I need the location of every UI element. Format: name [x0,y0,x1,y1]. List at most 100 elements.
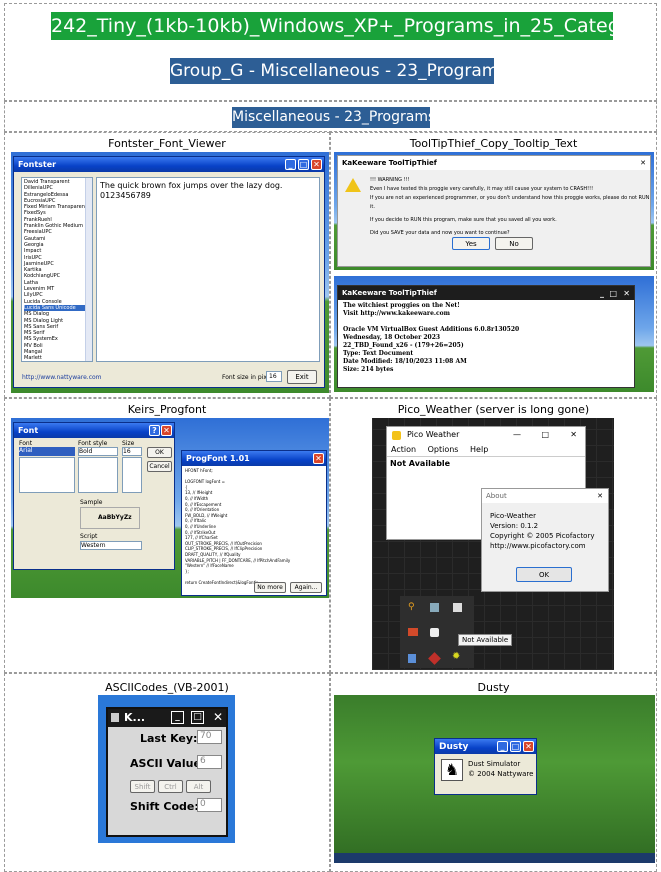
ok-button[interactable]: OK [516,567,572,582]
program-caption: Keirs_Progfont [127,403,207,416]
info-line: Wednesday, 18 October 2023 [343,334,441,341]
info-line: Visit http://www.kakeeware.com [343,310,450,317]
ctrl-button[interactable]: Ctrl [158,780,183,793]
font-size-input[interactable]: 16 [266,371,282,382]
font-list[interactable] [19,457,75,493]
exit-button[interactable]: Exit [287,370,317,384]
program-caption: Pico_Weather (server is long gone) [397,403,590,416]
tray-tooltip: Not Available [458,634,513,646]
minimize-icon[interactable]: — [513,427,521,443]
shift-code-label: Shift Code: [130,800,199,813]
ascii-value-field[interactable]: 6 [197,755,222,769]
pico-tray-icon[interactable] [430,628,439,637]
last-key-label: Last Key: [140,732,198,745]
menu-help[interactable]: Help [470,445,488,454]
alt-button[interactable]: Alt [186,780,211,793]
font-list-item[interactable]: Marlett [24,355,92,361]
progfont-window: ProgFont 1.01 ✕ HFONT hFont; LOGFONT logF… [181,450,327,596]
maximize-icon[interactable]: □ [510,741,521,752]
yes-button[interactable]: Yes [452,237,490,250]
font-input[interactable]: Arial [19,447,75,456]
warning-line: !!! WARNING !!! [370,177,410,183]
info-line: The witchiest proggies on the Net! [343,302,460,309]
again-button[interactable]: Again... [290,582,322,593]
info-titlebar: KaKeeware ToolTipThief _ □ ✕ [338,286,634,300]
font-dialog-titlebar: Font ? ✕ [14,423,174,438]
tooltipthief-screenshot: KaKeeware ToolTipThief ✕ !!! WARNING !!! … [334,152,654,270]
warning-icon [345,178,361,192]
info-line: Size: 214 bytes [343,366,394,373]
fontster-screenshot: Fontster _ □ ✕ David Transparent Dillenia… [11,152,329,393]
ascii-screenshot: K... _ □ ✕ Last Key: 70 ASCII Value: 6 S… [98,695,235,843]
maximize-icon[interactable]: □ [298,159,309,170]
close-icon[interactable]: ✕ [597,489,603,503]
group-title: Group_G - Miscellaneous - 23_Programs [170,58,507,84]
taskbar [334,853,655,863]
maximize-icon[interactable]: □ [541,427,549,443]
progfont-screenshot: Font ? ✕ Font Font style Size Arial Bold… [11,418,329,598]
close-icon[interactable]: ✕ [570,427,577,443]
tray-icon[interactable] [408,628,418,636]
close-icon[interactable]: ✕ [523,741,534,752]
close-icon[interactable]: ✕ [623,287,630,301]
font-list[interactable]: David Transparent DilleniaUPC EstrangeloEd… [21,177,93,362]
close-icon[interactable]: ✕ [213,711,223,724]
close-icon[interactable]: ✕ [311,159,322,170]
search-icon[interactable]: ⚲ [408,602,415,612]
size-input[interactable]: 16 [122,447,142,456]
pico-screenshot: Pico Weather — □ ✕ Action Options Help N… [372,418,614,670]
menu-action[interactable]: Action [391,445,416,454]
warning-line: If you are not an experienced programmer… [370,195,650,210]
close-icon[interactable]: ✕ [313,453,324,464]
preview-digits: 0123456789 [100,191,151,200]
dusty-logo-icon: ♞ [441,759,463,781]
fontster-titlebar: Fontster _ □ ✕ [14,157,324,172]
program-caption: ASCIICodes_(VB-2001) [105,681,229,694]
tooltipthief-screenshot-2: KaKeeware ToolTipThief _ □ ✕ The witchie… [334,276,654,392]
shift-button[interactable]: Shift [130,780,155,793]
cancel-button[interactable]: Cancel [147,461,172,472]
shift-code-field[interactable]: 0 [197,798,222,812]
script-select[interactable]: Western [80,541,142,550]
nattyware-link[interactable]: http://www.nattyware.com [22,374,102,382]
scrollbar[interactable] [85,178,92,361]
ascii-titlebar: K... _ □ ✕ [108,709,226,727]
sample-label: Sample [80,499,103,506]
dusty-screenshot: Dusty _ □ ✕ ♞ Dust Simulator © 2004 Natt… [334,695,655,863]
program-caption: ToolTipThief_Copy_Tooltip_Text [409,137,578,150]
menu-options[interactable]: Options [428,445,459,454]
font-style-list[interactable] [78,457,118,493]
font-style-input[interactable]: Bold [78,447,118,456]
dusty-subtitle: Dust Simulator [468,760,521,768]
info-line: Date Modified: 18/10/2023 11:08 AM [343,358,467,365]
weather-status: Not Available [390,459,451,468]
help-icon[interactable]: ? [149,425,160,436]
tooltipthief-warning-window: KaKeeware ToolTipThief ✕ !!! WARNING !!! … [337,155,651,267]
sun-icon[interactable]: ✹ [452,651,460,662]
tray-icon[interactable] [428,652,441,665]
no-button[interactable]: No [495,237,533,250]
tray-icon[interactable] [453,603,462,612]
progfont-titlebar: ProgFont 1.01 ✕ [182,451,326,466]
maximize-icon[interactable]: □ [609,287,617,301]
last-key-field[interactable]: 70 [197,730,222,744]
about-line: Copyright © 2005 Picofactory [490,532,595,540]
close-icon[interactable]: ✕ [640,156,646,170]
font-dialog: Font ? ✕ Font Font style Size Arial Bold… [13,422,175,570]
tray-icon[interactable] [430,603,439,612]
dusty-titlebar: Dusty _ □ ✕ [435,739,536,754]
no-more-button[interactable]: No more [254,582,286,593]
pico-icon [392,431,401,440]
minimize-icon[interactable]: _ [497,741,508,752]
maximize-icon[interactable]: □ [191,711,204,724]
ok-button[interactable]: OK [147,447,172,458]
warning-titlebar: KaKeeware ToolTipThief ✕ [338,156,650,170]
about-titlebar: About ✕ [482,489,608,503]
tray-icon[interactable] [408,654,416,663]
close-icon[interactable]: ✕ [161,425,172,436]
minimize-icon[interactable]: _ [171,711,184,724]
minimize-icon[interactable]: _ [285,159,296,170]
size-list[interactable] [122,457,142,493]
about-line: Pico-Weather [490,512,536,520]
minimize-icon[interactable]: _ [600,287,604,301]
